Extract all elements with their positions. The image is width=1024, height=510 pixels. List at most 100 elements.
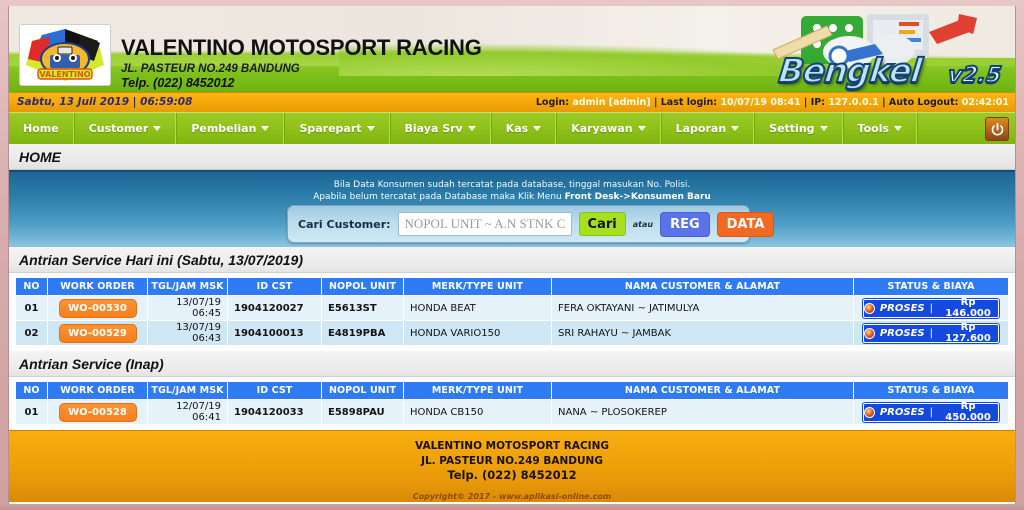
- autologout-label: Auto Logout:: [888, 97, 959, 108]
- col-header-status-biaya: STATUS & BIAYA: [853, 381, 1009, 400]
- cell-nopol: E4819PBA: [321, 320, 404, 346]
- logout-button[interactable]: [985, 117, 1009, 141]
- proses-separator: |: [929, 302, 933, 314]
- work-order-badge[interactable]: WO-00528: [58, 402, 137, 422]
- ip-label: IP:: [810, 97, 825, 108]
- col-header-merk-type-unit: MERK/TYPE UNIT: [403, 277, 552, 296]
- bengkel-artwork: Bengkel v2.5: [653, 6, 1013, 92]
- power-icon: [991, 122, 1003, 135]
- table-header-row: NO WORK ORDER TGL/JAM MSK ID CST NOPOL UNIT M…: [15, 277, 1009, 296]
- cell-no: 01: [15, 295, 48, 321]
- col-header-id-cst: ID CST: [227, 381, 322, 400]
- table-row: 02 WO-00529 13/07/19 06:43 1904100013 E4819P…: [15, 320, 1009, 346]
- login-value: admin [admin]: [572, 97, 651, 108]
- col-header-work-order: WORK ORDER: [47, 277, 148, 296]
- col-header-nama-customer-alamat: NAMA CUSTOMER & ALAMAT: [551, 381, 854, 400]
- cell-nama-alamat: FERA OKTAYANI ~ JATIMULYA: [551, 295, 854, 321]
- chevron-down-icon: [533, 126, 542, 131]
- nav-item-label: Biaya Srv: [404, 122, 463, 135]
- company-name: VALENTINO MOTOSPORT RACING: [121, 35, 482, 60]
- hint-line-1: Bila Data Konsumen sudah tercatat pada d…: [333, 180, 691, 190]
- gear-icon: [863, 302, 875, 314]
- gear-icon: [863, 406, 875, 418]
- col-header-nopol-unit: NOPOL UNIT: [321, 381, 404, 400]
- nav-item-laporan[interactable]: Laporan: [660, 113, 755, 144]
- cell-no: 01: [15, 399, 48, 425]
- proses-button[interactable]: PROSES | Rp 450.000: [862, 401, 1000, 423]
- work-order-badge[interactable]: WO-00529: [58, 323, 137, 343]
- work-order-badge[interactable]: WO-00530: [58, 298, 137, 318]
- search-input[interactable]: [397, 212, 572, 236]
- cell-id-cst: 1904120033: [227, 399, 322, 425]
- nav-item-label: Kas: [505, 122, 529, 135]
- nav-item-label: Laporan: [675, 122, 727, 135]
- company-phone: Telp. (022) 8452012: [121, 76, 235, 90]
- proses-button[interactable]: PROSES | Rp 127.600: [862, 322, 1000, 344]
- cell-nopol: E5898PAU: [321, 399, 404, 425]
- chevron-down-icon: [467, 126, 476, 131]
- cell-id-cst: 1904120027: [227, 295, 322, 321]
- nav-item-label: Pembelian: [191, 122, 257, 135]
- cell-work-order: WO-00528: [47, 399, 148, 425]
- page-title: HOME: [19, 148, 61, 165]
- proses-button[interactable]: PROSES | Rp 146.000: [862, 297, 1000, 319]
- nav-item-biaya-srv[interactable]: Biaya Srv: [389, 113, 491, 144]
- proses-label: PROSES: [879, 406, 925, 418]
- sep-1: |: [653, 97, 658, 108]
- company-logo: VALENTINO: [19, 24, 111, 86]
- nav-item-label: Customer: [88, 122, 149, 135]
- proses-label: PROSES: [879, 302, 925, 314]
- cell-tgl-jam: 13/07/19 06:43: [147, 320, 228, 346]
- bottom-strip: [0, 504, 1024, 510]
- nav-item-label: Home: [23, 122, 59, 135]
- page-container: VALENTINO VALENTINO MOTOSPORT RACING JL.…: [8, 6, 1016, 506]
- cell-status-biaya: PROSES | Rp 450.000: [853, 399, 1009, 425]
- nav-item-pembelian[interactable]: Pembelian: [176, 113, 285, 144]
- cell-work-order: WO-00530: [47, 295, 148, 321]
- company-address: JL. PASTEUR NO.249 BANDUNG: [121, 63, 300, 75]
- session-info: Login: admin [admin] | Last login: 10/07…: [536, 97, 1009, 108]
- cari-button[interactable]: Cari: [578, 212, 626, 236]
- app-name: Bengkel: [776, 50, 924, 91]
- footer-copyright: Copyright© 2017 - www.aplikasi-online.co…: [412, 491, 612, 501]
- col-header-tgl-jam-msk: TGL/JAM MSK: [147, 277, 228, 296]
- table-row: 01 WO-00530 13/07/19 06:45 1904120027 E5613S…: [15, 295, 1009, 321]
- nav-item-tools[interactable]: Tools: [842, 113, 918, 144]
- nav-item-karyawan[interactable]: Karyawan: [556, 113, 661, 144]
- cell-status-biaya: PROSES | Rp 146.000: [853, 295, 1009, 321]
- nav-item-kas[interactable]: Kas: [490, 113, 557, 144]
- ip-value: 127.0.0.1: [828, 97, 879, 108]
- table-header-row: NO WORK ORDER TGL/JAM MSK ID CST NOPOL UNIT M…: [15, 381, 1009, 400]
- chevron-down-icon: [261, 126, 270, 131]
- reg-button[interactable]: REG: [660, 211, 710, 237]
- application-window: VALENTINO VALENTINO MOTOSPORT RACING JL.…: [0, 0, 1024, 510]
- col-header-merk-type-unit: MERK/TYPE UNIT: [403, 381, 552, 400]
- nav-item-label: Karyawan: [571, 122, 633, 135]
- nav-item-home[interactable]: Home: [9, 113, 74, 144]
- antrian-today-table: NO WORK ORDER TGL/JAM MSK ID CST NOPOL UNIT M…: [15, 277, 1009, 346]
- search-panel: Bila Data Konsumen sudah tercatat pada d…: [9, 170, 1015, 247]
- cell-nama-alamat: SRI RAHAYU ~ JAMBAK: [551, 320, 854, 346]
- cell-nama-alamat: NANA ~ PLOSOKEREP: [551, 399, 854, 425]
- data-button[interactable]: DATA: [716, 211, 775, 237]
- nav-item-sparepart[interactable]: Sparepart: [284, 113, 390, 144]
- cell-nopol: E5613ST: [321, 295, 404, 321]
- nav-item-customer[interactable]: Customer: [73, 113, 177, 144]
- chevron-down-icon: [894, 126, 903, 131]
- col-header-no: NO: [15, 277, 48, 296]
- customer-search-box: Cari Customer: Cari atau REG DATA: [287, 205, 775, 243]
- section-title-inap: Antrian Service (Inap): [19, 355, 164, 372]
- col-header-status-biaya: STATUS & BIAYA: [853, 277, 1009, 296]
- col-header-id-cst: ID CST: [227, 277, 322, 296]
- nav-item-setting[interactable]: Setting: [754, 113, 843, 144]
- section-header-today: Antrian Service Hari ini (Sabtu, 13/07/2…: [9, 247, 1015, 273]
- biaya-amount: Rp 450.000: [945, 401, 991, 423]
- lastlogin-label: Last login:: [660, 97, 718, 108]
- proses-separator: |: [929, 327, 933, 339]
- table-wrapper-today: NO WORK ORDER TGL/JAM MSK ID CST NOPOL UNIT M…: [9, 273, 1015, 351]
- hint-line-2-bold: Front Desk->Konsumen Baru: [564, 192, 711, 202]
- main-navigation: Home Customer Pembelian Sparepart Biaya Srv K…: [9, 112, 1015, 144]
- cell-no: 02: [15, 320, 48, 346]
- section-header-inap: Antrian Service (Inap): [9, 351, 1015, 377]
- cell-merk-type: HONDA VARIO150: [403, 320, 552, 346]
